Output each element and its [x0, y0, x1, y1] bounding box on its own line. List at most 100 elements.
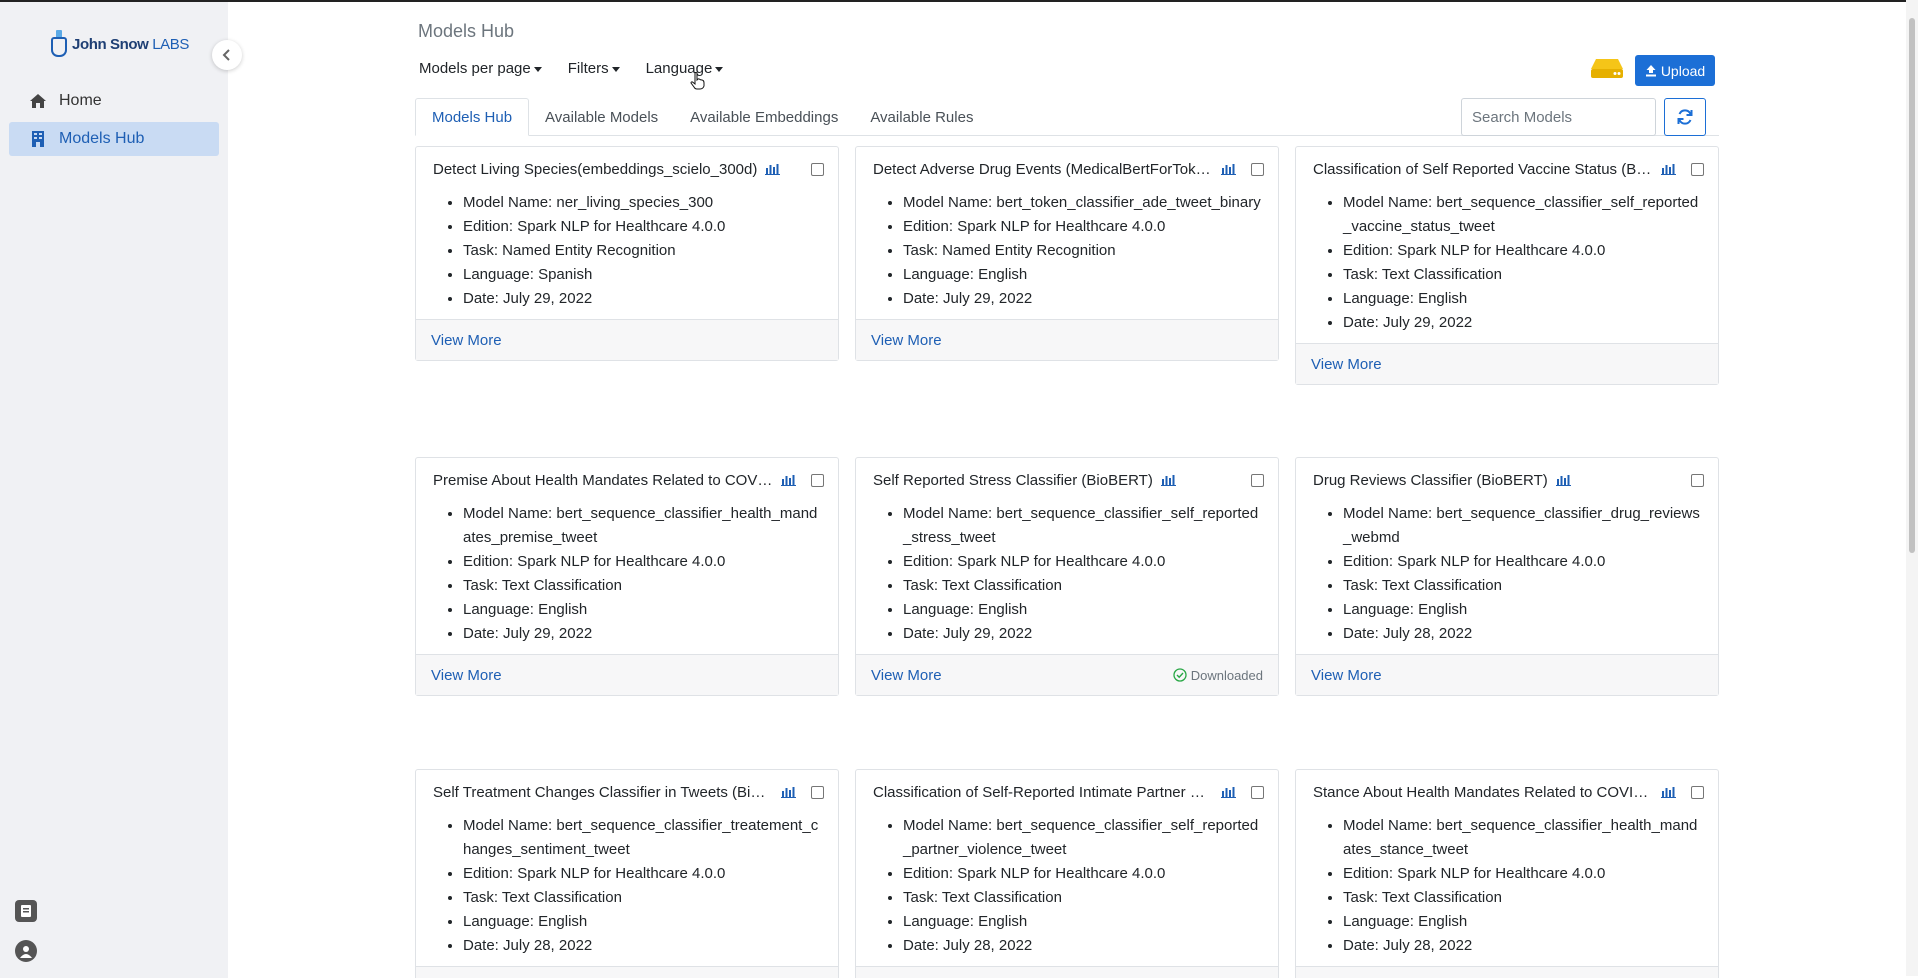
view-more-link[interactable]: View More: [1311, 667, 1382, 684]
model-edition: Edition: Spark NLP for Healthcare 4.0.0: [463, 215, 824, 239]
card-checkbox[interactable]: [1691, 785, 1704, 799]
card-checkbox[interactable]: [1251, 785, 1264, 799]
refresh-button[interactable]: [1664, 98, 1706, 136]
card-title[interactable]: Classification of Self-Reported Intimate…: [873, 784, 1213, 801]
building-icon: [29, 130, 47, 148]
model-language: Language: English: [463, 598, 824, 622]
model-date: Date: July 28, 2022: [903, 934, 1264, 958]
filters-dropdown[interactable]: Filters: [568, 60, 620, 77]
card-title[interactable]: Stance About Health Mandates Related to …: [1313, 784, 1653, 801]
refresh-icon: [1677, 109, 1693, 125]
sidebar-collapse-button[interactable]: [212, 40, 242, 70]
vertical-scrollbar[interactable]: [1906, 0, 1918, 976]
card-footer: View More Downloaded: [856, 654, 1278, 695]
caret-down-icon: [611, 67, 620, 72]
card-title[interactable]: Drug Reviews Classifier (BioBERT): [1313, 472, 1548, 489]
card-title[interactable]: Classification of Self Reported Vaccine …: [1313, 161, 1653, 178]
card-details: Model Name: bert_sequence_classifier_sel…: [856, 502, 1278, 654]
bar-chart-icon[interactable]: [1221, 786, 1236, 798]
language-dropdown[interactable]: Language: [646, 60, 724, 77]
card-details: Model Name: bert_sequence_classifier_sel…: [856, 814, 1278, 966]
bar-chart-icon[interactable]: [1661, 163, 1676, 175]
model-language: Language: Spanish: [463, 263, 824, 287]
model-language: Language: English: [903, 910, 1264, 934]
card-checkbox[interactable]: [811, 473, 824, 487]
bar-chart-icon[interactable]: [765, 163, 781, 175]
model-card: Detect Living Species(embeddings_scielo_…: [415, 146, 839, 361]
model-language: Language: English: [903, 263, 1264, 287]
model-task: Task: Text Classification: [463, 574, 824, 598]
bar-chart-icon[interactable]: [781, 474, 796, 486]
model-edition: Edition: Spark NLP for Healthcare 4.0.0: [463, 862, 824, 886]
model-name: Model Name: bert_sequence_classifier_hea…: [463, 502, 824, 550]
model-edition: Edition: Spark NLP for Healthcare 4.0.0: [903, 215, 1264, 239]
upload-button[interactable]: Upload: [1635, 55, 1715, 86]
view-more-link[interactable]: View More: [431, 332, 502, 349]
sidebar-item-models-hub[interactable]: Models Hub: [9, 122, 219, 156]
main-content: Models Hub Models per page Filters Langu…: [228, 2, 1918, 978]
view-more-link[interactable]: View More: [431, 667, 502, 684]
model-date: Date: July 29, 2022: [903, 622, 1264, 646]
view-more-link[interactable]: View More: [871, 332, 942, 349]
bar-chart-icon[interactable]: [1160, 474, 1176, 486]
card-details: Model Name: bert_sequence_classifier_dru…: [1296, 502, 1718, 654]
model-language: Language: English: [1343, 287, 1704, 311]
tab-available-models[interactable]: Available Models: [529, 98, 674, 136]
bar-chart-icon[interactable]: [781, 786, 796, 798]
hand-cursor-icon: [690, 72, 705, 90]
model-task: Task: Text Classification: [1343, 574, 1704, 598]
search-input[interactable]: [1461, 98, 1656, 136]
card-title[interactable]: Detect Living Species(embeddings_scielo_…: [433, 161, 757, 178]
card-checkbox[interactable]: [1691, 162, 1704, 176]
model-language: Language: English: [903, 598, 1264, 622]
view-more-link[interactable]: View More: [1311, 356, 1382, 373]
card-checkbox[interactable]: [1251, 162, 1264, 176]
model-language: Language: English: [463, 910, 824, 934]
card-details: Model Name: bert_sequence_classifier_tre…: [416, 814, 838, 966]
bar-chart-icon[interactable]: [1661, 786, 1676, 798]
card-title[interactable]: Premise About Health Mandates Related to…: [433, 472, 773, 489]
models-per-page-dropdown[interactable]: Models per page: [419, 60, 542, 77]
user-icon[interactable]: [15, 940, 37, 962]
card-checkbox[interactable]: [1251, 473, 1264, 487]
card-footer: View More: [1296, 654, 1718, 695]
model-name: Model Name: bert_sequence_classifier_tre…: [463, 814, 824, 862]
card-footer: View More: [416, 966, 838, 978]
model-card: Drug Reviews Classifier (BioBERT) Model …: [1295, 457, 1719, 696]
caret-down-icon: [533, 67, 542, 72]
card-title[interactable]: Self Reported Stress Classifier (BioBERT…: [873, 472, 1153, 489]
model-card: Classification of Self-Reported Intimate…: [855, 769, 1279, 978]
tab-models-hub[interactable]: Models Hub: [415, 98, 530, 136]
tab-available-rules[interactable]: Available Rules: [854, 98, 989, 136]
model-name: Model Name: bert_sequence_classifier_hea…: [1343, 814, 1704, 862]
model-card: Premise About Health Mandates Related to…: [415, 457, 839, 696]
model-date: Date: July 28, 2022: [1343, 934, 1704, 958]
model-name: Model Name: bert_token_classifier_ade_tw…: [903, 191, 1264, 215]
chevron-left-icon: [222, 49, 230, 61]
bar-chart-icon[interactable]: [1555, 474, 1571, 486]
model-task: Task: Named Entity Recognition: [463, 239, 824, 263]
card-title[interactable]: Detect Adverse Drug Events (MedicalBertF…: [873, 161, 1213, 178]
john-snow-labs-logo[interactable]: John Snow LABS: [48, 29, 189, 59]
view-more-link[interactable]: View More: [871, 667, 942, 684]
bar-chart-icon[interactable]: [1221, 163, 1236, 175]
storage-drive-icon[interactable]: [1590, 57, 1624, 79]
model-name: Model Name: bert_sequence_classifier_sel…: [903, 814, 1264, 862]
card-title[interactable]: Self Treatment Changes Classifier in Twe…: [433, 784, 773, 801]
check-circle-icon: [1173, 668, 1187, 682]
model-edition: Edition: Spark NLP for Healthcare 4.0.0: [903, 862, 1264, 886]
downloaded-status: Downloaded: [1173, 668, 1263, 683]
card-checkbox[interactable]: [811, 162, 824, 176]
card-footer: View More: [1296, 966, 1718, 978]
model-card: Stance About Health Mandates Related to …: [1295, 769, 1719, 978]
docs-icon[interactable]: [15, 900, 37, 922]
model-language: Language: English: [1343, 598, 1704, 622]
model-task: Task: Text Classification: [903, 886, 1264, 910]
scrollbar-thumb[interactable]: [1909, 18, 1915, 553]
tab-available-embeddings[interactable]: Available Embeddings: [674, 98, 854, 136]
upload-icon: [1645, 65, 1656, 77]
card-checkbox[interactable]: [1691, 473, 1704, 487]
card-checkbox[interactable]: [811, 785, 824, 799]
sidebar-item-home[interactable]: Home: [9, 84, 219, 118]
logo-name: John Snow: [72, 35, 149, 53]
